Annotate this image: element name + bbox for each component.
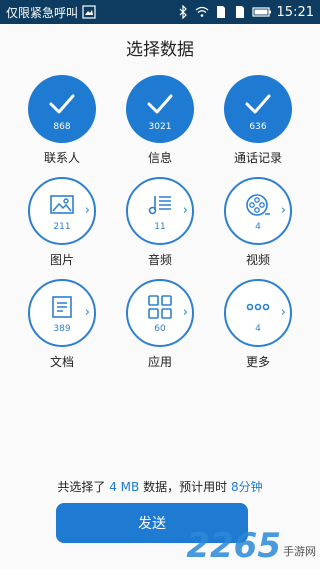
images-label: 图片 [49, 253, 74, 267]
call-log-toggle[interactable]: 636 [224, 75, 292, 143]
more-toggle[interactable]: › 4 [224, 279, 292, 347]
category-documents[interactable]: › 389 文档 [12, 279, 112, 370]
contacts-count: 868 [53, 122, 71, 132]
chevron-right-icon: › [84, 305, 90, 320]
watermark-logo: 2265 手游网 [186, 529, 316, 563]
images-count: 211 [53, 222, 71, 232]
more-label: 更多 [245, 355, 270, 369]
sim-card-2-icon [235, 6, 244, 18]
messages-label: 信息 [147, 151, 172, 165]
audio-count: 11 [154, 222, 166, 232]
estimated-duration: 8分钟 [230, 480, 263, 494]
documents-label: 文档 [49, 355, 74, 369]
more-count: 4 [255, 324, 261, 334]
status-bar: 仅限紧急呼叫 15:21 [0, 0, 320, 24]
document-icon [52, 296, 72, 318]
chevron-right-icon: › [280, 305, 286, 320]
category-audio[interactable]: › 11 音频 [110, 177, 210, 268]
apps-label: 应用 [147, 355, 172, 369]
video-reel-icon [246, 194, 270, 216]
category-call-log[interactable]: 636 通话记录 [208, 75, 308, 166]
messages-count: 3021 [148, 122, 172, 132]
sim-card-icon [216, 6, 225, 18]
check-icon [147, 94, 173, 114]
contacts-label: 联系人 [43, 151, 80, 165]
call-log-count: 636 [249, 122, 267, 132]
check-icon [49, 94, 75, 114]
image-notification-icon [82, 5, 96, 19]
video-label: 视频 [245, 253, 270, 267]
contacts-toggle[interactable]: 868 [28, 75, 96, 143]
chevron-right-icon: › [84, 203, 90, 218]
music-icon [148, 196, 171, 215]
category-messages[interactable]: 3021 信息 [110, 75, 210, 166]
image-icon [50, 195, 74, 214]
bluetooth-icon [179, 5, 187, 19]
category-video[interactable]: › 4 视频 [208, 177, 308, 268]
chevron-right-icon: › [182, 305, 188, 320]
watermark-text: 手游网 [283, 545, 316, 558]
category-apps[interactable]: › 60 应用 [110, 279, 210, 370]
category-images[interactable]: › 211 图片 [12, 177, 112, 268]
audio-label: 音频 [147, 253, 172, 267]
clock: 15:21 [276, 4, 314, 20]
carrier-text: 仅限紧急呼叫 [6, 5, 79, 20]
category-more[interactable]: › 4 更多 [208, 279, 308, 370]
documents-count: 389 [53, 324, 71, 334]
apps-count: 60 [154, 324, 166, 334]
watermark-number: 2265 [186, 526, 281, 566]
wifi-icon [195, 6, 208, 17]
images-toggle[interactable]: › 211 [28, 177, 96, 245]
chevron-right-icon: › [182, 203, 188, 218]
chevron-right-icon: › [280, 203, 286, 218]
check-icon [245, 94, 271, 114]
summary-prefix: 共选择了 [57, 480, 106, 494]
documents-toggle[interactable]: › 389 [28, 279, 96, 347]
page-title: 选择数据 [126, 40, 194, 60]
video-count: 4 [255, 222, 261, 232]
messages-toggle[interactable]: 3021 [126, 75, 194, 143]
more-dots-icon [246, 303, 270, 311]
summary-middle: 数据，预计用时 [143, 480, 228, 494]
call-log-label: 通话记录 [233, 151, 282, 165]
category-contacts[interactable]: 868 联系人 [12, 75, 112, 166]
selected-size: 4 MB [109, 480, 140, 494]
audio-toggle[interactable]: › 11 [126, 177, 194, 245]
selection-summary: 共选择了 4 MB 数据，预计用时 8分钟 [0, 478, 320, 495]
video-toggle[interactable]: › 4 [224, 177, 292, 245]
apps-grid-icon [148, 295, 172, 319]
apps-toggle[interactable]: › 60 [126, 279, 194, 347]
battery-icon [251, 7, 271, 17]
